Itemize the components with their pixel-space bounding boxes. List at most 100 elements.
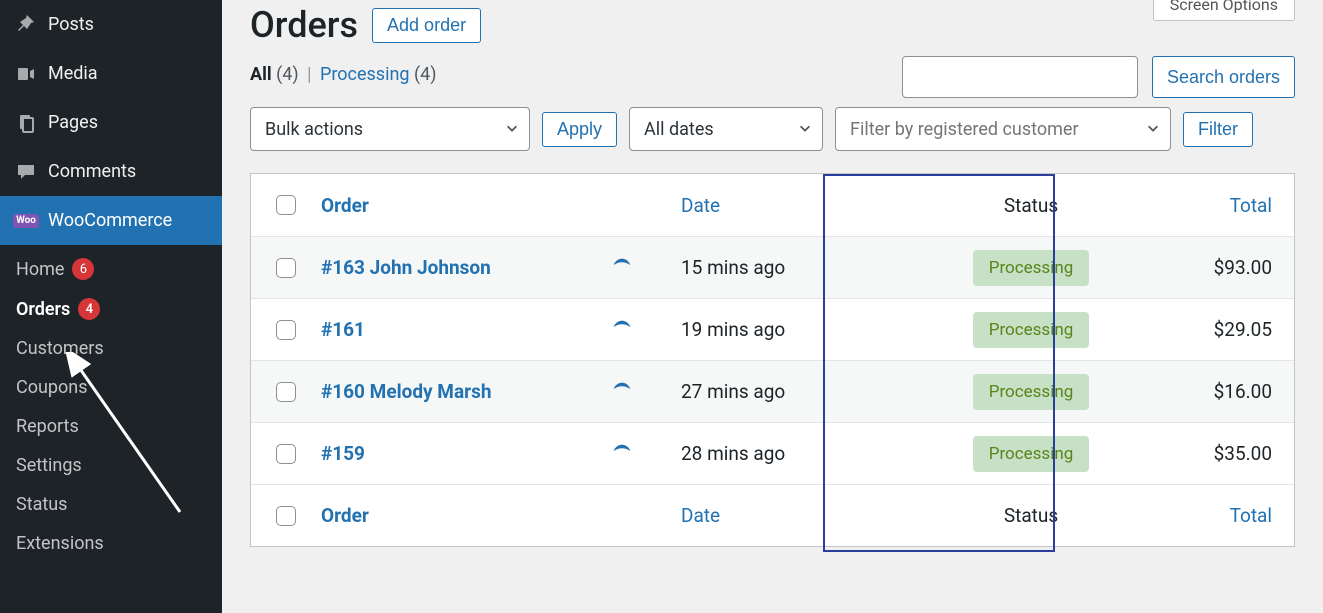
- filter-processing-count: (4): [414, 64, 437, 85]
- admin-sidebar: Posts Media Pages Comments Woo WooCommer…: [0, 0, 222, 613]
- status-badge: Processing: [973, 436, 1090, 472]
- submenu-item-home[interactable]: Home 6: [0, 249, 222, 289]
- submenu-item-customers[interactable]: Customers: [0, 329, 222, 368]
- table-footer-row: Order Date Status Total: [251, 484, 1294, 546]
- media-icon: [16, 64, 36, 84]
- order-date: 15 mins ago: [681, 256, 881, 279]
- order-link[interactable]: #160 Melody Marsh: [321, 380, 491, 403]
- row-checkbox[interactable]: [276, 258, 296, 278]
- sidebar-label: Media: [48, 63, 98, 84]
- submenu-label: Status: [16, 494, 67, 515]
- submenu-item-coupons[interactable]: Coupons: [0, 368, 222, 407]
- table-row: #163 John Johnson 15 mins ago Processing…: [251, 236, 1294, 298]
- order-date: 28 mins ago: [681, 442, 881, 465]
- order-link[interactable]: #163 John Johnson: [321, 256, 491, 279]
- sidebar-item-woocommerce[interactable]: Woo WooCommerce: [0, 196, 222, 245]
- order-date: 27 mins ago: [681, 380, 881, 403]
- apply-button[interactable]: Apply: [542, 112, 617, 147]
- order-link[interactable]: #159: [321, 442, 365, 465]
- orders-table: Order Date Status Total #163 John Johnso…: [250, 173, 1295, 547]
- filter-button[interactable]: Filter: [1183, 112, 1253, 147]
- column-total[interactable]: Total: [1230, 194, 1272, 217]
- column-date[interactable]: Date: [681, 504, 720, 527]
- screen-options-button[interactable]: Screen Options: [1153, 0, 1295, 21]
- submenu-label: Reports: [16, 416, 79, 437]
- woo-icon: Woo: [16, 211, 36, 231]
- order-total: $93.00: [1181, 256, 1272, 279]
- submenu-label: Home: [16, 259, 64, 280]
- pages-icon: [16, 113, 36, 133]
- eye-icon: [611, 378, 633, 400]
- submenu-label: Customers: [16, 338, 104, 359]
- sidebar-item-pages[interactable]: Pages: [0, 98, 222, 147]
- order-link[interactable]: #161: [321, 318, 365, 341]
- filter-all-label[interactable]: All: [250, 64, 272, 85]
- submenu-label: Orders: [16, 299, 70, 320]
- search-area: Search orders: [902, 56, 1295, 98]
- page-header: Orders Add order: [250, 0, 1295, 46]
- eye-icon: [611, 254, 633, 276]
- sidebar-item-media[interactable]: Media: [0, 49, 222, 98]
- submenu-item-orders[interactable]: Orders 4: [0, 289, 222, 329]
- column-status: Status: [881, 504, 1181, 527]
- column-status: Status: [881, 194, 1181, 217]
- status-badge: Processing: [973, 374, 1090, 410]
- customer-filter-select[interactable]: Filter by registered customer: [835, 107, 1171, 151]
- chevron-down-icon: [505, 119, 519, 140]
- column-total[interactable]: Total: [1230, 504, 1272, 527]
- submenu-item-status[interactable]: Status: [0, 485, 222, 524]
- preview-button[interactable]: [611, 440, 681, 467]
- main-content: Screen Options Orders Add order All (4) …: [222, 0, 1323, 613]
- pin-icon: [16, 15, 36, 35]
- select-all-checkbox-footer[interactable]: [276, 506, 296, 526]
- sidebar-item-comments[interactable]: Comments: [0, 147, 222, 196]
- chevron-down-icon: [1146, 119, 1160, 140]
- submenu-item-reports[interactable]: Reports: [0, 407, 222, 446]
- row-checkbox[interactable]: [276, 320, 296, 340]
- column-order[interactable]: Order: [321, 504, 369, 527]
- row-checkbox[interactable]: [276, 382, 296, 402]
- search-orders-button[interactable]: Search orders: [1152, 56, 1295, 98]
- order-total: $29.05: [1181, 318, 1272, 341]
- sidebar-label: Pages: [48, 112, 98, 133]
- order-total: $35.00: [1181, 442, 1272, 465]
- preview-button[interactable]: [611, 316, 681, 343]
- table-header-row: Order Date Status Total: [251, 174, 1294, 236]
- eye-icon: [611, 440, 633, 462]
- woocommerce-submenu: Home 6 Orders 4 Customers Coupons Report…: [0, 245, 222, 575]
- submenu-item-settings[interactable]: Settings: [0, 446, 222, 485]
- status-badge: Processing: [973, 312, 1090, 348]
- sidebar-label: WooCommerce: [48, 210, 172, 231]
- submenu-item-extensions[interactable]: Extensions: [0, 524, 222, 563]
- page-title: Orders: [250, 4, 358, 46]
- row-checkbox[interactable]: [276, 444, 296, 464]
- column-date[interactable]: Date: [681, 194, 720, 217]
- table-controls: Bulk actions Apply All dates Filter by r…: [250, 107, 1295, 151]
- table-row: #160 Melody Marsh 27 mins ago Processing…: [251, 360, 1294, 422]
- order-total: $16.00: [1181, 380, 1272, 403]
- column-order[interactable]: Order: [321, 194, 369, 217]
- preview-button[interactable]: [611, 378, 681, 405]
- date-filter-select[interactable]: All dates: [629, 107, 823, 151]
- search-input[interactable]: [902, 56, 1138, 98]
- separator: |: [307, 64, 311, 85]
- preview-button[interactable]: [611, 254, 681, 281]
- add-order-button[interactable]: Add order: [372, 8, 481, 43]
- sidebar-label: Posts: [48, 14, 94, 35]
- order-date: 19 mins ago: [681, 318, 881, 341]
- select-value: Bulk actions: [265, 119, 363, 140]
- filter-processing-link[interactable]: Processing: [320, 64, 410, 85]
- sidebar-label: Comments: [48, 161, 136, 182]
- chevron-down-icon: [798, 119, 812, 140]
- eye-icon: [611, 316, 633, 338]
- submenu-label: Extensions: [16, 533, 104, 554]
- sidebar-item-posts[interactable]: Posts: [0, 0, 222, 49]
- status-badge: Processing: [973, 250, 1090, 286]
- filter-all-count: (4): [276, 64, 299, 85]
- count-badge: 6: [72, 258, 94, 280]
- select-value: All dates: [644, 119, 714, 140]
- submenu-label: Coupons: [16, 377, 88, 398]
- bulk-actions-select[interactable]: Bulk actions: [250, 107, 530, 151]
- table-row: #161 19 mins ago Processing $29.05: [251, 298, 1294, 360]
- select-all-checkbox[interactable]: [276, 195, 296, 215]
